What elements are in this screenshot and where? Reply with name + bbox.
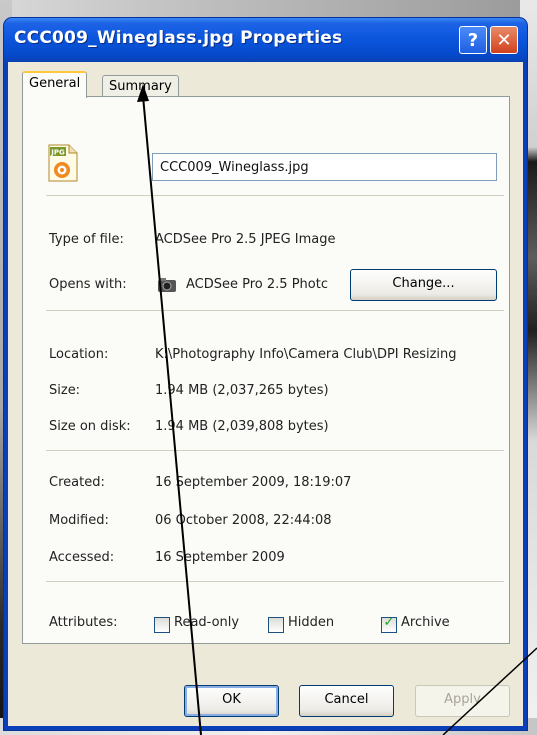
change-button[interactable]: Change... <box>350 269 497 301</box>
opens-with-value: ACDSee Pro 2.5 Photc <box>186 277 328 292</box>
separator <box>46 581 504 582</box>
modified-value: 06 October 2008, 22:44:08 <box>155 513 332 528</box>
created-label: Created: <box>49 475 105 490</box>
close-icon: ✕ <box>496 29 512 51</box>
attributes-label: Attributes: <box>49 615 118 630</box>
apply-button[interactable]: Apply <box>415 685 510 717</box>
type-of-file-value: ACDSee Pro 2.5 JPEG Image <box>155 232 336 247</box>
dialog-title: CCC009_Wineglass.jpg Properties <box>14 28 343 48</box>
size-label: Size: <box>49 383 81 398</box>
tab-summary[interactable]: Summary <box>102 75 179 98</box>
jpg-file-icon: JPG <box>48 144 78 182</box>
size-on-disk-label: Size on disk: <box>49 419 131 434</box>
acdsee-app-icon <box>158 278 176 292</box>
help-icon: ? <box>467 29 479 51</box>
size-on-disk-value: 1.94 MB (2,039,808 bytes) <box>155 419 329 434</box>
ok-button[interactable]: OK <box>184 685 279 717</box>
title-bar[interactable]: CCC009_Wineglass.jpg Properties ? ✕ <box>4 18 527 62</box>
size-value: 1.94 MB (2,037,265 bytes) <box>155 383 329 398</box>
cancel-button[interactable]: Cancel <box>299 685 394 717</box>
separator <box>46 450 504 451</box>
file-name-input[interactable]: CCC009_Wineglass.jpg <box>152 153 497 181</box>
checkmark-icon: ✓ <box>383 615 395 630</box>
general-tab-panel: JPG CCC009_Wineglass.jpg Type of file: A… <box>22 96 510 644</box>
hidden-label[interactable]: Hidden <box>288 615 334 630</box>
accessed-value: 16 September 2009 <box>155 550 285 565</box>
created-value: 16 September 2009, 18:19:07 <box>155 475 352 490</box>
read-only-checkbox[interactable] <box>154 617 170 633</box>
accessed-label: Accessed: <box>49 550 115 565</box>
close-button[interactable]: ✕ <box>490 26 518 54</box>
separator <box>46 310 504 311</box>
modified-label: Modified: <box>49 513 109 528</box>
read-only-label[interactable]: Read-only <box>174 615 239 630</box>
hidden-checkbox[interactable] <box>268 617 284 633</box>
type-of-file-label: Type of file: <box>49 232 124 247</box>
dialog-body: General Summary JPG CCC009_Wineglass.jpg… <box>8 62 523 726</box>
tab-general[interactable]: General <box>22 71 88 98</box>
properties-dialog: CCC009_Wineglass.jpg Properties ? ✕ Gene… <box>4 18 527 730</box>
archive-checkbox[interactable]: ✓ <box>381 615 397 633</box>
help-button[interactable]: ? <box>459 26 487 54</box>
archive-label[interactable]: Archive <box>401 615 450 630</box>
separator <box>46 195 504 196</box>
location-value: K:\Photography Info\Camera Club\DPI Resi… <box>155 347 457 362</box>
location-label: Location: <box>49 347 109 362</box>
file-icon-badge: JPG <box>50 149 65 157</box>
opens-with-label: Opens with: <box>49 277 127 292</box>
